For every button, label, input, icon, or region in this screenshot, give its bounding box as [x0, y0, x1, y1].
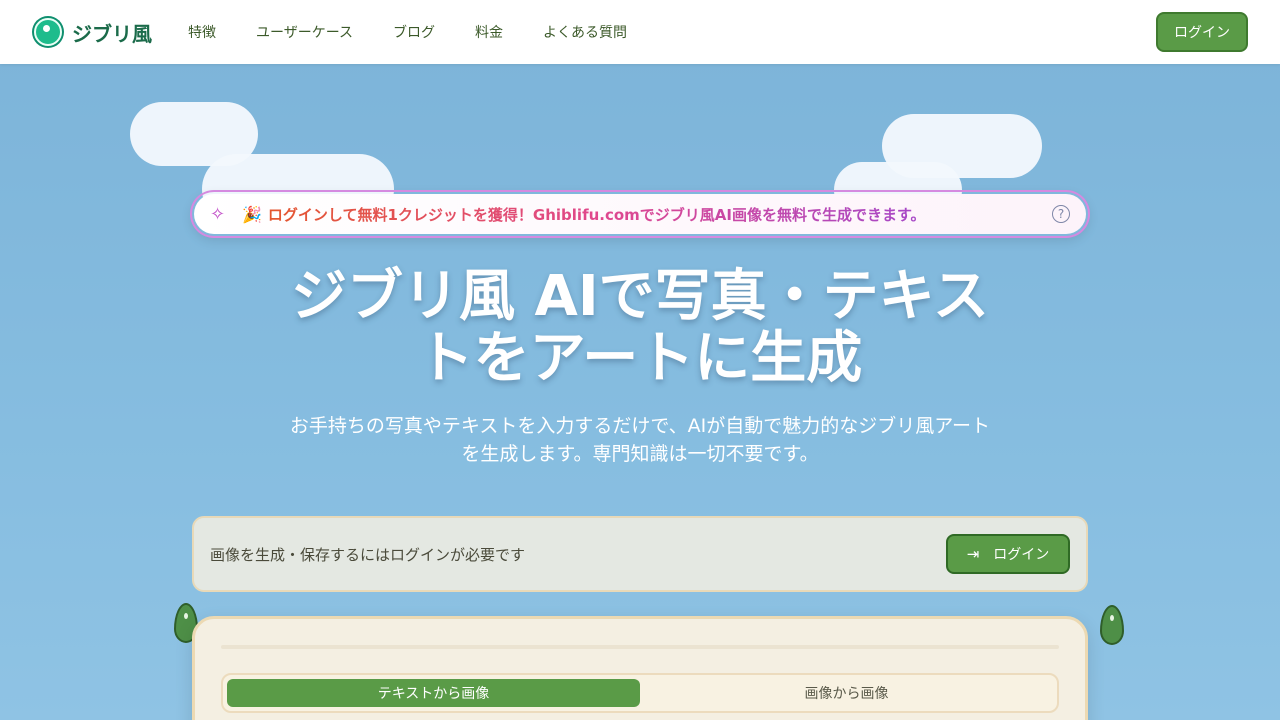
login-required-notice: 画像を生成・保存するにはログインが必要です ⇥ ログイン [192, 516, 1088, 592]
tab-text-to-image[interactable]: テキストから画像 [227, 679, 640, 707]
notice-login-label: ログイン [993, 547, 1050, 563]
main-nav: 特徴 ユーザーケース ブログ 料金 よくある質問 [188, 22, 627, 42]
promo-banner-text: ログインして無料1クレジットを獲得！Ghiblifu.comでジブリ風AI画像を… [267, 205, 926, 224]
nav-item-pricing[interactable]: 料金 [475, 22, 503, 42]
nav-item-use-cases[interactable]: ユーザーケース [256, 22, 353, 42]
generator-card: テキストから画像 画像から画像 [192, 616, 1088, 720]
sparkle-icon: ✧ [210, 203, 226, 225]
tab-image-to-image[interactable]: 画像から画像 [640, 679, 1053, 707]
hero-title-line2: トをアートに生成 [417, 326, 863, 391]
hero-subtitle: お手持ちの写真やテキストを入力するだけで、AIが自動で魅力的なジブリ風アート を… [250, 412, 1030, 468]
login-icon: ⇥ [966, 545, 980, 563]
logo-text: ジブリ風 [72, 21, 152, 46]
logo[interactable]: ジブリ風 [32, 16, 152, 48]
help-icon[interactable]: ? [1052, 205, 1070, 223]
hero-subtitle-line1: お手持ちの写真やテキストを入力するだけで、AIが自動で魅力的なジブリ風アート [289, 415, 991, 437]
login-required-text: 画像を生成・保存するにはログインが必要です [210, 545, 526, 564]
logo-icon [32, 16, 64, 48]
nav-item-blog[interactable]: ブログ [393, 22, 435, 42]
mode-tabs: テキストから画像 画像から画像 [221, 673, 1059, 713]
notice-login-button[interactable]: ⇥ ログイン [946, 534, 1070, 574]
header-login-button[interactable]: ログイン [1156, 12, 1248, 52]
nav-item-faq[interactable]: よくある質問 [543, 22, 627, 42]
hero-title-line1: ジブリ風 AIで写真・テキス [291, 264, 989, 329]
hero-title: ジブリ風 AIで写真・テキス トをアートに生成 [240, 266, 1040, 390]
party-popper-icon: 🎉 [242, 204, 262, 224]
site-header: ジブリ風 特徴 ユーザーケース ブログ 料金 よくある質問 ログイン [0, 0, 1280, 64]
promo-banner: ✧ 🎉 ログインして無料1クレジットを獲得！Ghiblifu.comでジブリ風A… [192, 192, 1088, 236]
leaf-decoration-right [1100, 605, 1124, 645]
card-divider [221, 645, 1059, 649]
hero-subtitle-line2: を生成します。専門知識は一切不要です。 [461, 443, 819, 465]
nav-item-features[interactable]: 特徴 [188, 22, 216, 42]
